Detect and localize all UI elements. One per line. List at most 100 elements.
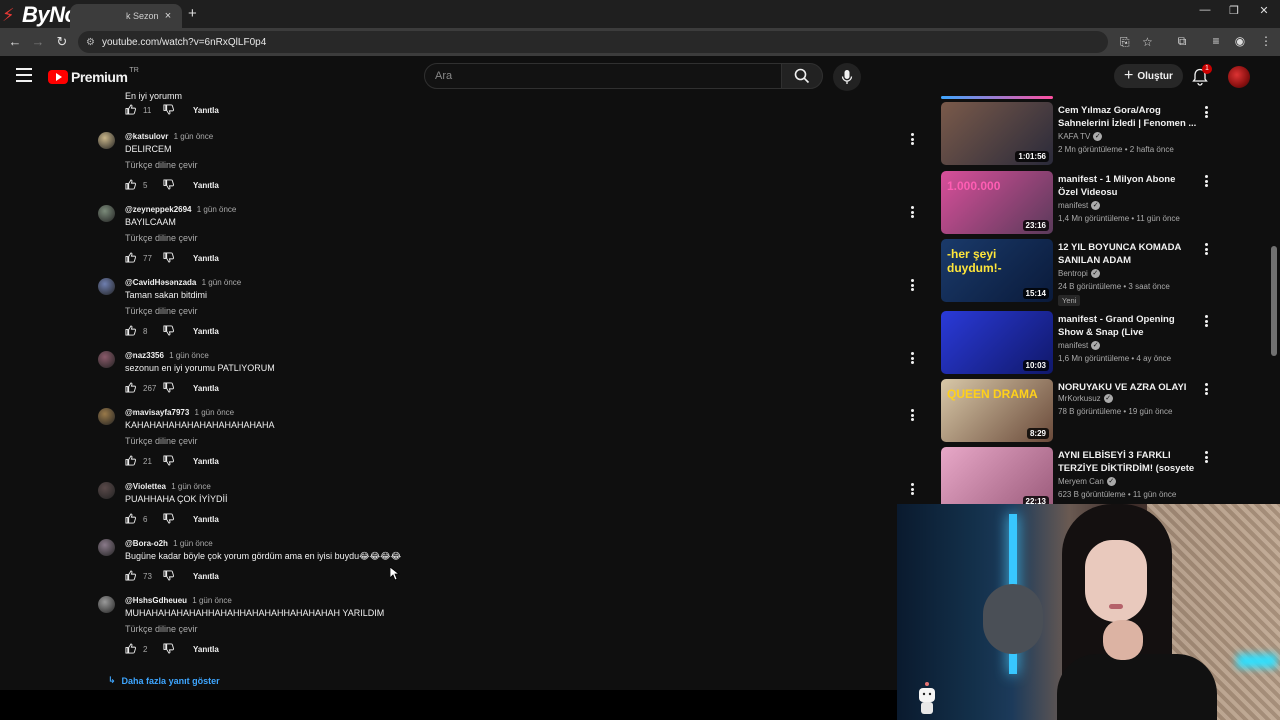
like-icon[interactable] bbox=[125, 455, 137, 467]
video-thumbnail[interactable]: -her şeyi duydum!- 15:14 bbox=[941, 239, 1053, 302]
notifications-button[interactable]: 1 bbox=[1192, 64, 1212, 86]
reply-button[interactable]: Yanıtla bbox=[193, 106, 219, 115]
menu-icon[interactable] bbox=[16, 68, 32, 82]
like-icon[interactable] bbox=[125, 179, 137, 191]
dislike-icon[interactable] bbox=[163, 252, 175, 264]
recommended-video[interactable]: 22:13 AYNI ELBİSEYİ 3 FARKLI TERZİYE DİK… bbox=[941, 447, 1211, 511]
translate-link[interactable]: Türkçe diline çevir bbox=[125, 160, 198, 170]
comment-menu-icon[interactable] bbox=[908, 351, 916, 365]
show-more-replies-button[interactable]: ↳ Daha fazla yanıt göster bbox=[108, 675, 220, 686]
channel-name[interactable]: Bentropi bbox=[1058, 269, 1088, 278]
reload-icon[interactable]: ↻ bbox=[54, 34, 70, 50]
translate-link[interactable]: Türkçe diline çevir bbox=[125, 624, 198, 634]
comment-author[interactable]: @CavidHəsənzada bbox=[125, 278, 196, 287]
profile-icon[interactable]: ◉ bbox=[1232, 34, 1248, 48]
search-button[interactable] bbox=[781, 63, 823, 89]
browser-menu-icon[interactable]: ⋮ bbox=[1258, 34, 1274, 48]
reply-button[interactable]: Yanıtla bbox=[193, 515, 219, 524]
commenter-avatar[interactable] bbox=[98, 278, 115, 295]
youtube-logo[interactable]: Premium TR bbox=[48, 67, 139, 85]
comment-menu-icon[interactable] bbox=[908, 482, 916, 496]
comment-author[interactable]: @katsulovr bbox=[125, 132, 168, 141]
recommended-video[interactable]: QUEEN DRAMA 8:29 NORUYAKU VE AZRA OLAYI … bbox=[941, 379, 1211, 443]
commenter-avatar[interactable] bbox=[98, 351, 115, 368]
dislike-icon[interactable] bbox=[163, 179, 175, 191]
translate-link[interactable]: Türkçe diline çevir bbox=[125, 233, 198, 243]
video-title[interactable]: 12 YIL BOYUNCA KOMADA SANILAN ADAM bbox=[1058, 241, 1198, 267]
comment-menu-icon[interactable] bbox=[908, 278, 916, 292]
browser-tab[interactable]: k Sezon × bbox=[70, 4, 182, 28]
comment-author[interactable]: @mavisayfa7973 bbox=[125, 408, 189, 417]
recommended-video[interactable]: -her şeyi duydum!- 15:14 12 YIL BOYUNCA … bbox=[941, 239, 1211, 306]
reading-list-icon[interactable]: ≡ bbox=[1208, 34, 1224, 48]
search-input[interactable] bbox=[435, 70, 765, 82]
reply-button[interactable]: Yanıtla bbox=[193, 327, 219, 336]
channel-name[interactable]: manifest bbox=[1058, 341, 1088, 350]
extensions-icon[interactable]: ⧉ bbox=[1174, 34, 1190, 49]
install-app-icon[interactable]: ⎘ bbox=[1120, 35, 1130, 50]
comment-time[interactable]: 1 gün önce bbox=[195, 408, 235, 417]
dislike-icon[interactable] bbox=[163, 570, 175, 582]
like-icon[interactable] bbox=[125, 570, 137, 582]
dislike-icon[interactable] bbox=[163, 643, 175, 655]
dislike-icon[interactable] bbox=[163, 104, 175, 116]
recommended-video[interactable]: 1:01:56 Cem Yılmaz Gora/Arog Sahnelerini… bbox=[941, 102, 1211, 166]
commenter-avatar[interactable] bbox=[98, 596, 115, 613]
comment-author[interactable]: @zeyneppek2694 bbox=[125, 205, 192, 214]
back-icon[interactable]: ← bbox=[7, 34, 23, 49]
video-thumbnail[interactable]: 1:01:56 bbox=[941, 102, 1053, 165]
reply-button[interactable]: Yanıtla bbox=[193, 254, 219, 263]
video-menu-icon[interactable] bbox=[1202, 450, 1210, 464]
video-thumbnail[interactable]: 1.000.000 23:16 bbox=[941, 171, 1053, 234]
restore-button[interactable]: ❐ bbox=[1219, 4, 1249, 17]
new-tab-button[interactable]: + bbox=[188, 5, 197, 22]
video-title[interactable]: manifest - 1 Milyon Abone Özel Videosu bbox=[1058, 173, 1198, 199]
close-window-button[interactable]: ✕ bbox=[1249, 4, 1279, 17]
translate-link[interactable]: Türkçe diline çevir bbox=[125, 306, 198, 316]
comment-menu-icon[interactable] bbox=[908, 408, 916, 422]
comment-author[interactable]: @naz3356 bbox=[125, 351, 164, 360]
dislike-icon[interactable] bbox=[163, 455, 175, 467]
page-scrollbar[interactable] bbox=[1271, 246, 1277, 356]
video-thumbnail[interactable]: QUEEN DRAMA 8:29 bbox=[941, 379, 1053, 442]
video-thumbnail[interactable]: 10:03 bbox=[941, 311, 1053, 374]
video-menu-icon[interactable] bbox=[1202, 242, 1210, 256]
comment-time[interactable]: 1 gün önce bbox=[169, 351, 209, 360]
video-menu-icon[interactable] bbox=[1202, 105, 1210, 119]
commenter-avatar[interactable] bbox=[98, 408, 115, 425]
dislike-icon[interactable] bbox=[163, 325, 175, 337]
dislike-icon[interactable] bbox=[163, 513, 175, 525]
channel-name[interactable]: Meryem Can bbox=[1058, 477, 1104, 486]
tab-close-icon[interactable]: × bbox=[162, 10, 174, 22]
minimize-button[interactable]: — bbox=[1190, 4, 1220, 16]
voice-search-button[interactable] bbox=[833, 63, 861, 91]
comment-time[interactable]: 1 gün önce bbox=[174, 132, 214, 141]
like-icon[interactable] bbox=[125, 513, 137, 525]
channel-name[interactable]: KAFA TV bbox=[1058, 132, 1090, 141]
video-thumbnail[interactable]: 22:13 bbox=[941, 447, 1053, 510]
video-menu-icon[interactable] bbox=[1202, 174, 1210, 188]
comment-time[interactable]: 1 gün önce bbox=[197, 205, 237, 214]
like-icon[interactable] bbox=[125, 382, 137, 394]
video-menu-icon[interactable] bbox=[1202, 314, 1210, 328]
video-menu-icon[interactable] bbox=[1202, 382, 1210, 396]
reply-button[interactable]: Yanıtla bbox=[193, 181, 219, 190]
channel-name[interactable]: MrKorkusuz bbox=[1058, 394, 1101, 403]
reply-button[interactable]: Yanıtla bbox=[193, 572, 219, 581]
comment-menu-icon[interactable] bbox=[908, 132, 916, 146]
forward-icon[interactable]: → bbox=[30, 34, 46, 49]
commenter-avatar[interactable] bbox=[98, 482, 115, 499]
like-icon[interactable] bbox=[125, 643, 137, 655]
dislike-icon[interactable] bbox=[163, 382, 175, 394]
reply-button[interactable]: Yanıtla bbox=[193, 384, 219, 393]
commenter-avatar[interactable] bbox=[98, 205, 115, 222]
comment-time[interactable]: 1 gün önce bbox=[202, 278, 242, 287]
recommended-video[interactable]: 10:03 manifest - Grand Opening Show & Sn… bbox=[941, 311, 1211, 375]
like-icon[interactable] bbox=[125, 104, 137, 116]
video-title[interactable]: AYNI ELBİSEYİ 3 FARKLI TERZİYE DİKTİRDİM… bbox=[1058, 449, 1198, 476]
comment-menu-icon[interactable] bbox=[908, 205, 916, 219]
commenter-avatar[interactable] bbox=[98, 132, 115, 149]
site-info-icon[interactable]: ⚙ bbox=[86, 37, 102, 48]
bookmark-star-icon[interactable]: ☆ bbox=[1142, 35, 1153, 49]
comment-time[interactable]: 1 gün önce bbox=[173, 539, 213, 548]
